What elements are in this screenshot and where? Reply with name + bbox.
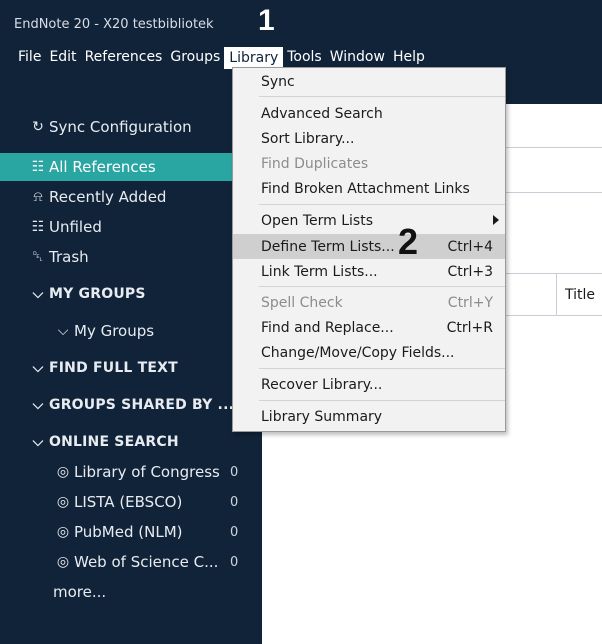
shortcut-label: Ctrl+3	[447, 264, 493, 280]
menu-item-recover-library[interactable]: Recover Library...	[233, 373, 505, 397]
menu-item-find-and-replace[interactable]: Find and Replace... Ctrl+R	[233, 316, 505, 340]
menu-item-sync[interactable]: Sync	[233, 70, 505, 94]
online-item-lista[interactable]: ◎ LISTA (EBSCO) 0	[0, 488, 317, 516]
window-title: EndNote 20 - X20 testbibliotek	[14, 17, 214, 32]
library-menu: Sync Advanced Search Sort Library... Fin…	[232, 67, 506, 432]
menu-item-define-term-lists[interactable]: Define Term Lists... Ctrl+4	[233, 234, 505, 259]
menu-help[interactable]: Help	[389, 47, 429, 69]
online-count: 0	[230, 464, 239, 480]
menu-separator	[259, 96, 505, 97]
column-header-bottom	[500, 315, 602, 316]
menu-separator	[259, 368, 505, 369]
menu-groups[interactable]: Groups	[166, 47, 224, 69]
menu-item-find-broken-attachment-links[interactable]: Find Broken Attachment Links	[233, 177, 505, 201]
bell-icon: ⍾	[33, 189, 43, 205]
column-separator	[556, 274, 557, 315]
group-header-online-search[interactable]: ⌵ ONLINE SEARCH	[0, 428, 292, 456]
globe-icon: ◎	[56, 494, 70, 510]
divider-line	[500, 192, 602, 193]
menu-window[interactable]: Window	[326, 47, 389, 69]
menu-references[interactable]: References	[81, 47, 167, 69]
menu-tools[interactable]: Tools	[283, 47, 326, 69]
chevron-down-icon: ⌵	[57, 323, 69, 339]
online-item-web-of-science[interactable]: ◎ Web of Science C... 0	[0, 548, 317, 576]
chevron-down-icon: ⌵	[32, 360, 44, 376]
menu-item-library-summary[interactable]: Library Summary	[233, 405, 505, 429]
chevron-down-icon: ⌵	[32, 397, 44, 413]
menu-separator	[259, 286, 505, 287]
online-count: 0	[230, 494, 239, 510]
chevron-down-icon: ⌵	[32, 286, 44, 302]
sidebar: ↻ Sync Configuration ☷ All References ⍾ …	[0, 104, 262, 644]
online-count: 0	[230, 524, 239, 540]
menu-edit[interactable]: Edit	[45, 47, 80, 69]
content-tab-area	[497, 63, 602, 104]
menu-library[interactable]: Library	[224, 47, 284, 69]
menu-item-open-term-lists[interactable]: Open Term Lists	[233, 209, 505, 233]
shortcut-label: Ctrl+R	[446, 320, 493, 336]
column-header-top	[500, 273, 602, 274]
online-item-library-of-congress[interactable]: ◎ Library of Congress 0	[0, 458, 317, 486]
sync-icon: ↻	[32, 119, 44, 135]
menu-separator	[259, 400, 505, 401]
globe-icon: ◎	[56, 464, 70, 480]
step-marker-2: 2	[398, 221, 419, 262]
title-column-header[interactable]: Title	[565, 287, 595, 303]
menu-item-change-move-copy-fields[interactable]: Change/Move/Copy Fields...	[233, 341, 505, 365]
step-marker-1: 1	[258, 4, 275, 37]
shortcut-label: Ctrl+Y	[447, 295, 493, 311]
globe-icon: ◎	[56, 554, 70, 570]
online-more-link[interactable]: more...	[0, 578, 315, 606]
shortcut-label: Ctrl+4	[447, 238, 493, 255]
trash-icon: ␡	[32, 249, 44, 265]
online-item-pubmed[interactable]: ◎ PubMed (NLM) 0	[0, 518, 317, 546]
menu-item-advanced-search[interactable]: Advanced Search	[233, 102, 505, 126]
menu-file[interactable]: File	[14, 47, 45, 69]
menu-bar: File Edit References Groups Library Tool…	[14, 47, 429, 69]
menu-item-link-term-lists[interactable]: Link Term Lists... Ctrl+3	[233, 260, 505, 284]
submenu-arrow-icon	[493, 215, 499, 225]
sidebar-item-all-references[interactable]: ☷ All References	[0, 153, 262, 181]
menu-item-find-duplicates[interactable]: Find Duplicates	[233, 152, 505, 176]
menu-item-sort-library[interactable]: Sort Library...	[233, 127, 505, 151]
clipboard-icon: ☷	[31, 159, 45, 175]
clipboard-icon: ☷	[31, 219, 45, 235]
globe-icon: ◎	[56, 524, 70, 540]
menu-separator	[259, 204, 505, 205]
chevron-down-icon: ⌵	[32, 434, 44, 450]
online-count: 0	[230, 554, 239, 570]
menu-item-spell-check[interactable]: Spell Check Ctrl+Y	[233, 291, 505, 315]
divider-line	[500, 147, 602, 148]
